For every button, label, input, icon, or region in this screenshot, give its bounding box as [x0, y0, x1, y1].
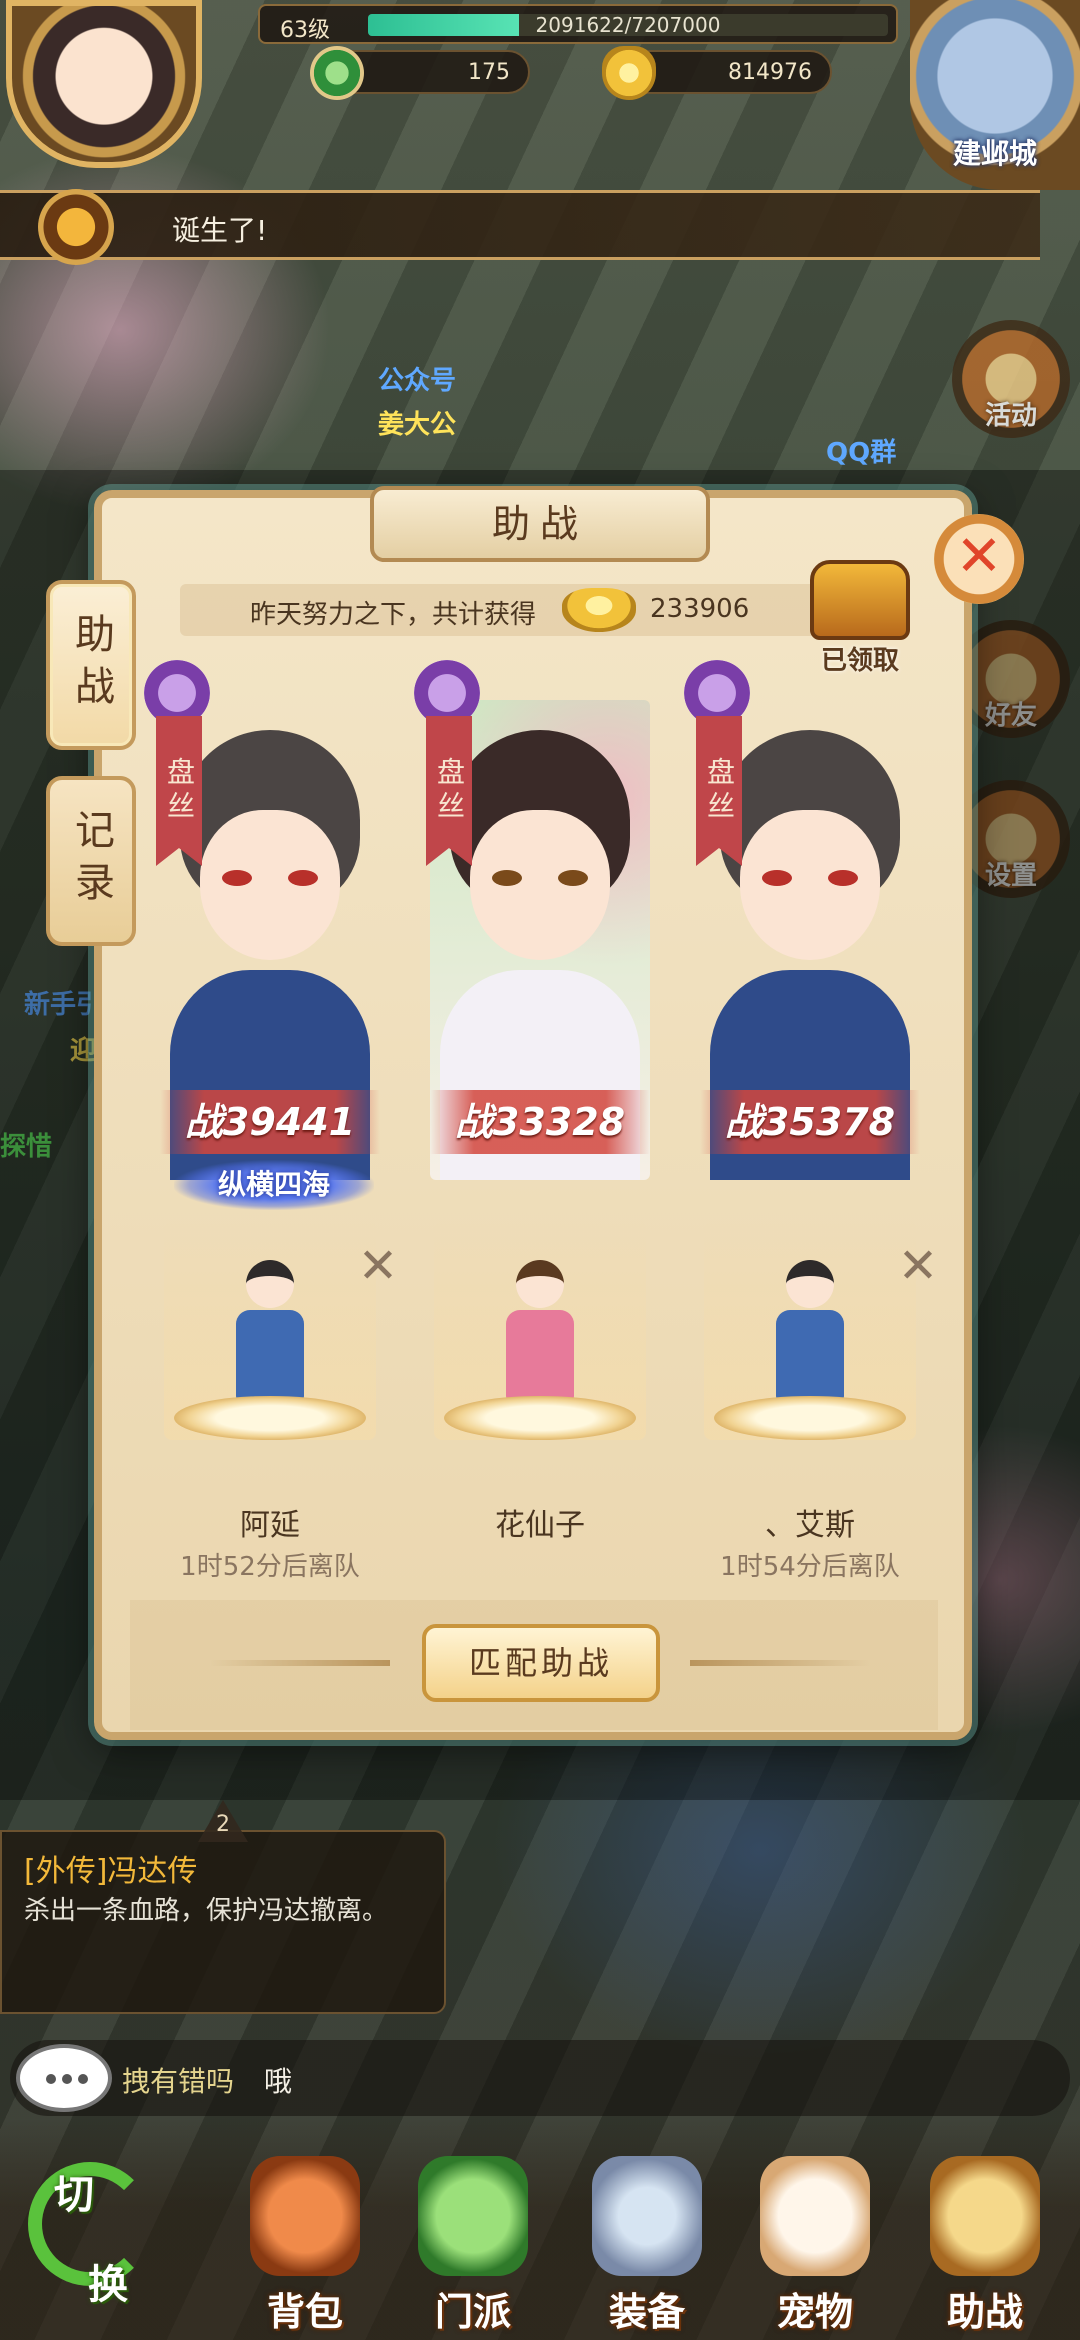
- tab-record[interactable]: 记录: [46, 776, 136, 946]
- figure-head: [786, 1260, 834, 1308]
- match-assist-button[interactable]: 匹配助战: [422, 1624, 660, 1702]
- horn-icon: [38, 189, 114, 265]
- quest-description: 杀出一条血路，保护冯达撤离。: [24, 1896, 389, 1926]
- portrait-eye: [222, 870, 252, 886]
- portrait-face: [470, 810, 610, 960]
- gold-ingot-icon: [602, 46, 656, 100]
- pedestal: [174, 1396, 366, 1440]
- exp-text: 2091622/7207000: [535, 14, 721, 36]
- sect-label: 盘丝: [696, 716, 742, 866]
- nav-pet-label: 宠物: [776, 2290, 853, 2334]
- activity-label: 活动: [984, 401, 1037, 431]
- quest-tracker[interactable]: [外传]冯达传 杀出一条血路，保护冯达撤离。: [0, 1830, 446, 2014]
- chat-user: 拽有错吗: [122, 2065, 235, 2098]
- switch-label-top: 切: [54, 2172, 94, 2218]
- announcement-text: 诞生了!: [172, 214, 268, 247]
- chat-message: 哦: [264, 2065, 293, 2098]
- announcement-bar[interactable]: 诞生了!: [0, 189, 1040, 265]
- figure-body: [236, 1310, 304, 1400]
- figure-head: [246, 1260, 294, 1308]
- helper-card[interactable]: 盘丝 战33328 花仙子: [414, 660, 650, 1543]
- sect-label: 盘丝: [156, 716, 202, 866]
- helper-name: 阿延: [240, 1508, 300, 1543]
- sect-label: 盘丝: [426, 716, 472, 866]
- helper-avatar-slot: [434, 1220, 646, 1440]
- helper-avatar-slot: [164, 1220, 376, 1440]
- remove-helper-icon[interactable]: ✕: [354, 1242, 402, 1290]
- helper-leave-time: 1时52分后离队: [180, 1552, 360, 1582]
- bag-icon: [250, 2156, 360, 2276]
- pedestal: [714, 1396, 906, 1440]
- helper-card[interactable]: 盘丝 战39441 纵横四海 ✕ 阿延 1时52分后离队: [144, 660, 398, 1582]
- helper-power: 战33328: [430, 1090, 650, 1154]
- portrait-eye: [492, 870, 522, 886]
- portrait-eye: [828, 870, 858, 886]
- reward-summary: 昨天努力之下，共计获得 233906: [180, 584, 820, 636]
- nav-bag[interactable]: 背包: [230, 2156, 380, 2336]
- helper-card[interactable]: 盘丝 战35378 ✕ 、艾斯 1时54分后离队: [684, 660, 938, 1582]
- quest-title: [外传]冯达传: [24, 1854, 198, 1889]
- city-label: 建邺城: [952, 137, 1037, 170]
- portrait-eye: [288, 870, 318, 886]
- nav-pet[interactable]: 宠物: [740, 2156, 890, 2336]
- level-exp-bar: 63级 2091622/7207000: [258, 4, 898, 44]
- figure-body: [776, 1310, 844, 1400]
- nav-sect[interactable]: 门派: [398, 2156, 548, 2336]
- sword-icon: [592, 2156, 702, 2276]
- jade-currency[interactable]: 175: [310, 46, 530, 100]
- player-level: 63级: [280, 18, 330, 43]
- ornament-right: [690, 1660, 870, 1666]
- pet-cat-icon: [760, 2156, 870, 2276]
- helper-title-badge: 纵横四海: [174, 1160, 374, 1210]
- assist-icon: [930, 2156, 1040, 2276]
- bottom-nav: 切 换 背包 门派 装备 宠物 助战: [0, 2120, 1080, 2340]
- reward-chest[interactable]: 已领取: [800, 552, 920, 676]
- jade-icon: [310, 46, 364, 100]
- jade-value: 175: [468, 60, 510, 85]
- chat-bubble-icon[interactable]: [16, 2044, 112, 2112]
- summary-text: 昨天努力之下，共计获得: [250, 600, 537, 630]
- chest-icon: [810, 560, 910, 640]
- helper-power: 战39441: [160, 1090, 380, 1154]
- ornament-left: [210, 1660, 390, 1666]
- helper-name: 、艾斯: [765, 1508, 855, 1543]
- pedestal: [444, 1396, 636, 1440]
- nav-assist-label: 助战: [946, 2290, 1023, 2334]
- figure-body: [506, 1310, 574, 1400]
- helper-name: 花仙子: [495, 1508, 585, 1543]
- portrait-eye: [762, 870, 792, 886]
- helper-avatar-slot: [704, 1220, 916, 1440]
- portrait-face: [740, 810, 880, 960]
- remove-helper-icon[interactable]: ✕: [894, 1242, 942, 1290]
- player-avatar[interactable]: [6, 0, 202, 168]
- chat-bar[interactable]: 拽有错吗 哦: [10, 2040, 1070, 2116]
- tab-assist[interactable]: 助战: [46, 580, 136, 750]
- switch-button[interactable]: 切 换: [20, 2142, 160, 2332]
- close-button[interactable]: ✕: [934, 514, 1024, 604]
- portrait-face: [200, 810, 340, 960]
- helper-power: 战35378: [700, 1090, 920, 1154]
- nav-assist[interactable]: 助战: [910, 2156, 1060, 2336]
- gold-value: 814976: [728, 60, 812, 85]
- activity-button[interactable]: 活动: [952, 320, 1070, 438]
- nav-bag-label: 背包: [266, 2290, 343, 2334]
- scene-label-qq[interactable]: QQ群: [826, 432, 896, 469]
- switch-label-bottom: 换: [88, 2262, 128, 2308]
- gold-currency[interactable]: 814976: [602, 46, 832, 100]
- summary-value: 233906: [650, 594, 750, 624]
- sect-icon: [418, 2156, 528, 2276]
- scene-label-jdg[interactable]: 姜大公: [378, 404, 456, 441]
- panel-title: 助战: [370, 486, 710, 562]
- gold-ingot-icon: [562, 588, 636, 632]
- portrait-eye: [558, 870, 588, 886]
- scene-label-gzh[interactable]: 公众号: [378, 360, 456, 397]
- figure-head: [516, 1260, 564, 1308]
- nav-sect-label: 门派: [434, 2290, 511, 2334]
- city-map-button[interactable]: 建邺城: [910, 0, 1080, 190]
- nav-equip-label: 装备: [608, 2290, 685, 2334]
- exp-track: 2091622/7207000: [368, 14, 888, 36]
- nav-equip[interactable]: 装备: [572, 2156, 722, 2336]
- helper-leave-time: 1时54分后离队: [720, 1552, 900, 1582]
